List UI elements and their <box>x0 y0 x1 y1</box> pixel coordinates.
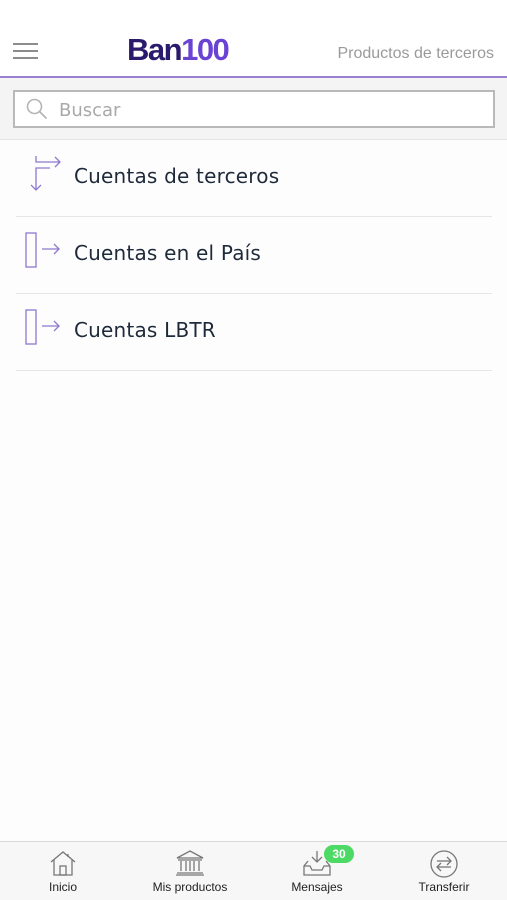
bank-icon <box>176 850 204 876</box>
tab-label: Inicio <box>48 880 77 894</box>
app-header: Ban100 Productos de terceros <box>0 0 507 78</box>
hamburger-menu-icon[interactable] <box>13 40 39 62</box>
list-item-cuentas-en-el-pais[interactable]: Cuentas en el País <box>16 217 492 294</box>
list-item-cuentas-de-terceros[interactable]: Cuentas de terceros <box>16 140 492 217</box>
account-arrow-icon <box>25 232 60 268</box>
list-item-label: Cuentas en el País <box>74 241 262 265</box>
logo-text-ban: Ban <box>127 32 183 67</box>
list-item-label: Cuentas LBTR <box>74 318 216 342</box>
messages-count-badge: 30 <box>324 845 354 863</box>
search-input[interactable] <box>57 96 481 124</box>
list-item-cuentas-lbtr[interactable]: Cuentas LBTR <box>16 294 492 371</box>
bottom-tab-bar: Inicio Mis productos 30 Mensajes Transfe… <box>0 841 507 900</box>
tab-label: Transferir <box>418 880 470 894</box>
account-arrow-icon <box>25 309 60 345</box>
logo-text-100: 100 <box>181 32 230 67</box>
list-item-label: Cuentas de terceros <box>74 164 280 188</box>
tab-mis-productos[interactable]: Mis productos <box>127 842 253 900</box>
search-field-container[interactable] <box>13 90 495 128</box>
bank-logo: Ban100 <box>127 32 230 68</box>
tab-transferir[interactable]: Transferir <box>381 842 507 900</box>
transfer-icon <box>430 850 458 878</box>
tab-label: Mis productos <box>152 880 228 894</box>
tab-inicio[interactable]: Inicio <box>0 842 126 900</box>
search-icon <box>26 98 48 120</box>
tab-mensajes[interactable]: 30 Mensajes <box>254 842 380 900</box>
transfer-corner-arrows-icon <box>30 156 61 191</box>
third-party-products-link[interactable]: Productos de terceros <box>337 45 494 63</box>
search-bar <box>0 78 507 140</box>
home-icon <box>50 851 76 876</box>
tab-label: Mensajes <box>291 880 343 894</box>
